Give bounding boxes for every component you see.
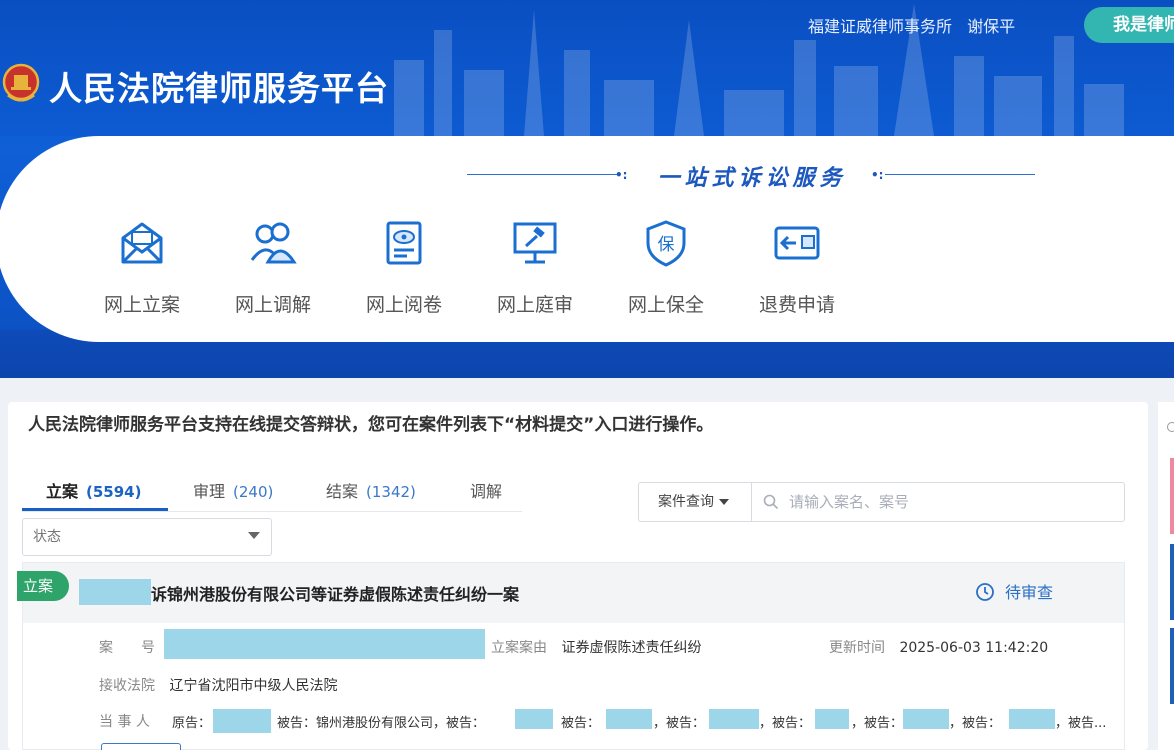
user-info: 福建证威律师事务所 谢保平 bbox=[808, 13, 1015, 37]
side-card-blue[interactable] bbox=[1170, 544, 1174, 620]
status-select[interactable] bbox=[22, 518, 272, 556]
field-label: 更新时间 bbox=[829, 640, 885, 656]
refund-card-icon bbox=[774, 226, 820, 260]
service-label: 网上调解 bbox=[234, 294, 311, 316]
redacted-party bbox=[213, 709, 271, 733]
field-label: 案 号 bbox=[99, 640, 155, 656]
service-online-file-review[interactable]: 网上阅卷 bbox=[342, 214, 466, 320]
plaintiff-label: 原告： bbox=[172, 716, 212, 731]
tab-trial[interactable]: 审理 (240) bbox=[193, 478, 273, 512]
slogan: •: 一站式诉讼服务 •: bbox=[467, 160, 1035, 191]
case-status-text: 待审查 bbox=[1005, 583, 1054, 602]
clock-icon bbox=[976, 583, 994, 601]
tab-count: (240) bbox=[233, 483, 274, 501]
redacted-party bbox=[903, 709, 949, 729]
case-header: 立案 诉锦州港股份有限公司等证券虚假陈述责任纠纷一案 待审查 bbox=[17, 563, 1124, 623]
tab-closed[interactable]: 结案 (1342) bbox=[326, 478, 416, 512]
defendant-label: ，被告： bbox=[949, 716, 1002, 731]
case-card[interactable]: 立案 诉锦州港股份有限公司等证券虚假陈述责任纠纷一案 待审查 案 号 立案案由 … bbox=[17, 562, 1125, 750]
tab-mediation[interactable]: 调解 bbox=[470, 478, 502, 512]
redacted-case-number bbox=[164, 629, 485, 659]
field-label: 当 事 人 bbox=[99, 714, 150, 730]
defendant-label: ，被告： bbox=[759, 716, 812, 731]
tab-count: (5594) bbox=[86, 483, 142, 501]
court-field: 接收法院 辽宁省沈阳市中级人民法院 bbox=[99, 675, 337, 695]
defendant-label: ，被告： bbox=[851, 716, 904, 731]
tab-label: 调解 bbox=[470, 482, 503, 501]
shield-bao-icon: 保 bbox=[646, 220, 686, 267]
service-online-mediation[interactable]: 网上调解 bbox=[211, 214, 335, 320]
search-input[interactable] bbox=[789, 484, 1119, 520]
tab-divider bbox=[22, 511, 522, 512]
document-eye-icon bbox=[386, 221, 422, 265]
field-value: 辽宁省沈阳市中级人民法院 bbox=[169, 678, 338, 694]
service-online-hearing[interactable]: 网上庭审 bbox=[473, 214, 597, 320]
firm-name: 福建证威律师事务所 bbox=[808, 17, 953, 36]
defendant-label: 被告： bbox=[561, 716, 601, 731]
service-label: 退费申请 bbox=[758, 294, 835, 316]
right-side-panel bbox=[1158, 402, 1174, 750]
side-card-pink[interactable] bbox=[1170, 458, 1174, 534]
court-emblem-icon bbox=[2, 63, 40, 102]
tab-label: 立案 bbox=[46, 482, 79, 501]
case-review-status[interactable]: 待审查 bbox=[975, 579, 1053, 603]
notice-text: 人民法院律师服务平台支持在线提交答辩状，您可在案件列表下“材料提交”入口进行操作… bbox=[28, 415, 714, 435]
service-label: 网上庭审 bbox=[496, 294, 573, 316]
redacted-party bbox=[709, 709, 759, 729]
info-icon[interactable] bbox=[1167, 422, 1174, 432]
side-card-blue-2[interactable] bbox=[1170, 628, 1174, 704]
service-refund-application[interactable]: 退费申请 bbox=[735, 214, 859, 320]
case-number-field: 案 号 bbox=[99, 637, 155, 657]
search-type-dropdown[interactable]: 案件查询 bbox=[639, 483, 752, 521]
case-cause-field: 立案案由 证券虚假陈述责任纠纷 bbox=[491, 637, 701, 657]
slogan-text: 一站式诉讼服务 bbox=[657, 165, 847, 191]
case-search: 案件查询 bbox=[638, 482, 1125, 522]
redacted-plaintiff bbox=[79, 579, 151, 605]
slogan-line-left bbox=[467, 174, 617, 175]
city-skyline-icon bbox=[394, 4, 1124, 136]
field-value: 证券虚假陈述责任纠纷 bbox=[561, 640, 702, 656]
gavel-screen-icon bbox=[513, 222, 557, 264]
search-type-label: 案件查询 bbox=[658, 494, 714, 510]
site-title: 人民法院律师服务平台 bbox=[49, 69, 389, 108]
field-value: 2025-06-03 11:42:20 bbox=[899, 640, 1049, 656]
service-online-filing[interactable]: 网上立案 bbox=[80, 214, 204, 320]
redacted-party bbox=[1009, 709, 1055, 729]
users-icon bbox=[250, 222, 297, 264]
lawyer-role-button[interactable]: 我是律师 bbox=[1084, 7, 1174, 43]
envelope-icon bbox=[121, 222, 163, 264]
search-icon bbox=[763, 494, 779, 510]
tab-label: 结案 bbox=[326, 482, 359, 501]
slogan-dots-right-icon: •: bbox=[871, 168, 884, 182]
service-shortcuts: 网上立案 网上调解 网上阅卷 网上庭审 保 网上保全 退费申请 bbox=[80, 214, 880, 324]
update-time-field: 更新时间 2025-06-03 11:42:20 bbox=[829, 637, 1048, 657]
service-icon-glyph: 保 bbox=[658, 235, 675, 255]
redacted-party bbox=[606, 709, 652, 729]
tab-count: (1342) bbox=[366, 483, 416, 501]
active-tab-indicator bbox=[22, 508, 168, 511]
parties-trailing: ，被告... bbox=[1055, 716, 1107, 731]
parties-field: 当 事 人 bbox=[99, 711, 150, 731]
caret-down-icon bbox=[719, 499, 729, 505]
redacted-party bbox=[815, 709, 849, 729]
service-online-preservation[interactable]: 保 网上保全 bbox=[604, 214, 728, 320]
case-title[interactable]: 诉锦州港股份有限公司等证券虚假陈述责任纠纷一案 bbox=[151, 581, 519, 605]
user-name[interactable]: 谢保平 bbox=[967, 17, 1015, 36]
defendant-label: ，被告： bbox=[653, 716, 706, 731]
field-label: 接收法院 bbox=[99, 678, 155, 694]
service-label: 网上保全 bbox=[627, 294, 704, 316]
case-status-badge: 立案 bbox=[17, 571, 69, 601]
service-label: 网上阅卷 bbox=[365, 294, 442, 316]
tab-filing[interactable]: 立案 (5594) bbox=[46, 478, 141, 512]
field-label: 立案案由 bbox=[491, 640, 547, 656]
tab-label: 审理 bbox=[193, 482, 226, 501]
case-action-button[interactable] bbox=[101, 743, 181, 750]
redacted-party bbox=[515, 709, 553, 729]
defendant-named: 被告：锦州港股份有限公司，被告： bbox=[277, 716, 486, 731]
slogan-line-right bbox=[885, 174, 1035, 175]
chevron-down-icon[interactable] bbox=[248, 532, 260, 539]
service-label: 网上立案 bbox=[103, 294, 180, 316]
